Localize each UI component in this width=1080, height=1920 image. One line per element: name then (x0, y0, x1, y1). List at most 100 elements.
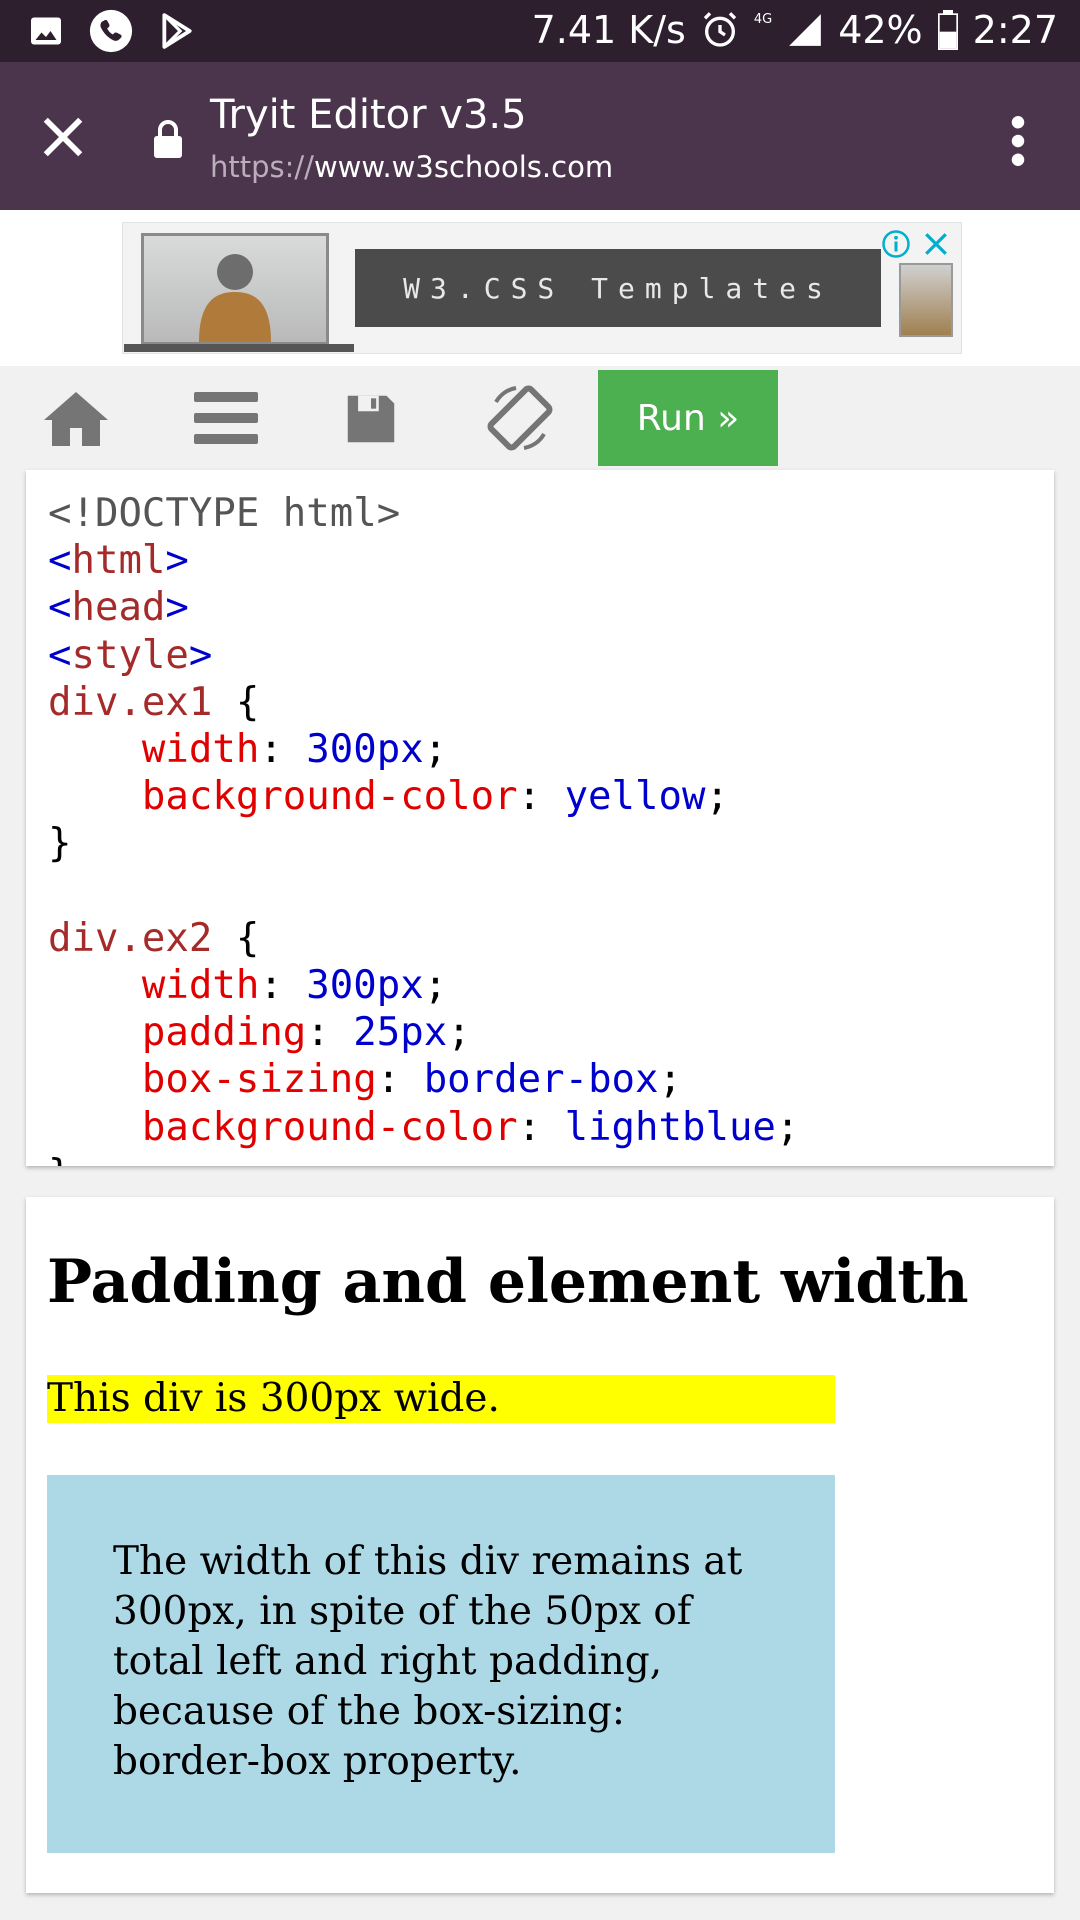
code-line: <html> (48, 538, 189, 583)
battery-percent: 42% (838, 8, 923, 52)
code-text[interactable]: <!DOCTYPE html> <html> <head> <style> di… (48, 490, 799, 1166)
network-type: 4G (753, 12, 773, 27)
code-token: : (376, 1057, 424, 1103)
browser-toolbar: Tryit Editor v3.5 https://www.w3schools.… (0, 62, 1080, 210)
code-line: width: 300px; (48, 963, 447, 1008)
code-token: border-box (423, 1057, 659, 1103)
code-token: lightblue (564, 1104, 776, 1150)
close-icon[interactable] (40, 114, 86, 160)
code-line: width: 300px; (48, 727, 447, 772)
code-token: } (48, 1152, 71, 1166)
code-token: : (517, 1104, 565, 1150)
code-token: : (259, 727, 307, 773)
home-icon[interactable] (42, 388, 110, 448)
code-editor[interactable]: <!DOCTYPE html> <html> <head> <style> di… (26, 470, 1054, 1166)
code-token: ; (447, 1010, 471, 1056)
code-token: style (71, 632, 189, 678)
ad-banner-text: W3.CSS Templates (355, 249, 881, 327)
code-token: > (165, 538, 189, 584)
code-token: < (48, 585, 72, 631)
code-token: width (141, 727, 260, 773)
result-heading: Padding and element width (47, 1247, 969, 1317)
code-token: width (141, 963, 260, 1009)
phone-icon (89, 9, 133, 53)
ad-banner[interactable]: W3.CSS Templates (122, 222, 962, 354)
page-url[interactable]: https://www.w3schools.com (210, 150, 613, 184)
code-token: ; (423, 727, 448, 773)
code-line: <!DOCTYPE html> (48, 491, 400, 536)
battery-icon (937, 10, 958, 50)
code-token: html (71, 538, 166, 584)
result-panel: Padding and element width This div is 30… (26, 1197, 1054, 1893)
code-token: div.ex2 (48, 915, 213, 961)
code-line: background-color: yellow; (48, 774, 729, 819)
code-token: yellow (564, 774, 706, 820)
code-token: div.ex1 (48, 679, 213, 725)
code-line: div.ex1 { (48, 680, 259, 725)
ad-close-icon[interactable] (923, 231, 949, 257)
code-token: < (48, 632, 72, 678)
save-icon[interactable] (340, 388, 402, 450)
code-line: div.ex2 { (48, 916, 259, 961)
more-menu-icon[interactable] (1008, 116, 1028, 166)
url-scheme: https:// (210, 150, 314, 184)
code-token: > (188, 632, 213, 678)
code-line: } (48, 1152, 71, 1166)
ad-info-icon[interactable] (881, 229, 911, 259)
code-line: <head> (48, 585, 189, 630)
url-host: www.w3schools.com (313, 150, 614, 184)
run-button[interactable]: Run » (598, 370, 778, 466)
play-store-icon (162, 13, 192, 49)
code-token: padding (141, 1010, 307, 1056)
net-speed: 7.41 K/s (531, 8, 686, 52)
code-token: ; (658, 1057, 682, 1103)
clock: 2:27 (972, 8, 1058, 52)
code-token: ; (705, 774, 729, 820)
code-token: ; (775, 1104, 800, 1150)
ad-container: W3.CSS Templates (0, 210, 1080, 366)
code-token: background-color (141, 774, 518, 820)
signal-icon (789, 14, 822, 46)
menu-icon[interactable] (194, 392, 258, 444)
code-token: box-sizing (141, 1057, 377, 1103)
page-title: Tryit Editor v3.5 (210, 92, 527, 138)
editor-toolbar: Run » (0, 366, 1080, 470)
code-token: : (259, 963, 307, 1009)
alarm-icon (703, 12, 737, 47)
ad-phone-thumbnail (899, 263, 953, 337)
code-line: <style> (48, 633, 212, 678)
ex1-div: This div is 300px wide. (47, 1375, 835, 1423)
code-line: box-sizing: border-box; (48, 1057, 682, 1102)
code-token: { (212, 679, 260, 725)
status-bar: 7.41 K/s 4G 42% 2:27 (0, 0, 1080, 62)
code-token: > (165, 585, 189, 631)
code-token: } (48, 821, 72, 867)
ad-thumbnail (124, 233, 354, 352)
code-line: padding: 25px; (48, 1010, 471, 1055)
code-token: 300px (306, 727, 424, 773)
code-token: 25px (353, 1010, 448, 1056)
code-token: <!DOCTYPE html> (48, 491, 401, 536)
code-token: head (71, 585, 166, 631)
ad-figure-image (199, 254, 271, 342)
laptop-base (124, 344, 354, 352)
code-token: < (48, 538, 72, 584)
code-token: : (517, 774, 565, 820)
code-line: background-color: lightblue; (48, 1105, 799, 1150)
ex2-div: The width of this div remains at 300px, … (47, 1475, 835, 1853)
image-icon (31, 17, 61, 45)
code-token: { (212, 915, 260, 961)
code-token: ; (423, 963, 448, 1009)
code-token: background-color (141, 1104, 518, 1150)
lock-icon (154, 120, 182, 158)
code-token: : (306, 1010, 354, 1056)
code-token: 300px (306, 963, 424, 1009)
rotate-icon[interactable] (484, 382, 556, 454)
code-line: } (48, 821, 71, 866)
